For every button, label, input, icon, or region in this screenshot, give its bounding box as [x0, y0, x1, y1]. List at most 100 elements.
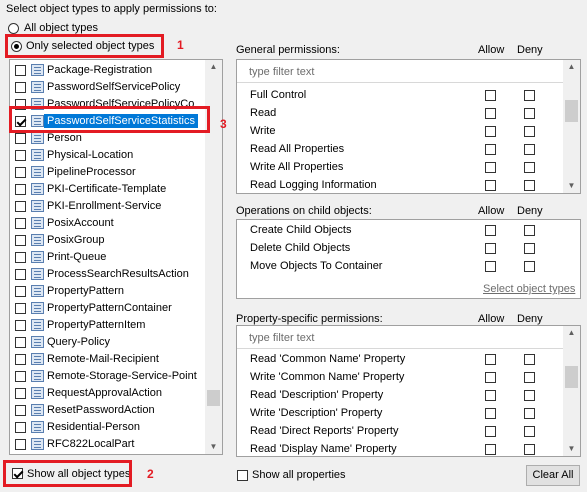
object-type-checkbox[interactable]: [15, 65, 26, 76]
object-type-checkbox[interactable]: [15, 320, 26, 331]
object-type-item[interactable]: PKI-Enrollment-Service: [10, 198, 210, 215]
allow-checkbox[interactable]: [485, 261, 496, 272]
property-permissions-list[interactable]: type filter text Read 'Common Name' Prop…: [236, 325, 581, 457]
object-type-checkbox[interactable]: [15, 388, 26, 399]
deny-checkbox[interactable]: [524, 426, 535, 437]
object-type-checkbox[interactable]: [15, 337, 26, 348]
general-filter-input[interactable]: type filter text: [249, 66, 314, 78]
deny-checkbox[interactable]: [524, 180, 535, 191]
scroll-down-icon[interactable]: ▼: [205, 440, 222, 454]
deny-checkbox[interactable]: [524, 261, 535, 272]
scroll-thumb[interactable]: [207, 390, 220, 406]
allow-checkbox[interactable]: [485, 90, 496, 101]
scroll-up-icon[interactable]: ▲: [563, 60, 580, 74]
object-type-item[interactable]: ProcessSearchResultsAction: [10, 266, 210, 283]
scroll-down-icon[interactable]: ▼: [563, 179, 580, 193]
allow-checkbox[interactable]: [485, 144, 496, 155]
object-type-label: Physical-Location: [47, 149, 134, 161]
show-all-properties-checkbox[interactable]: [237, 470, 248, 481]
deny-checkbox[interactable]: [524, 372, 535, 383]
object-type-checkbox[interactable]: [15, 150, 26, 161]
object-type-checkbox[interactable]: [15, 82, 26, 93]
child-operation-label: Move Objects To Container: [250, 260, 383, 272]
allow-checkbox[interactable]: [485, 126, 496, 137]
object-type-checkbox[interactable]: [15, 235, 26, 246]
scroll-thumb[interactable]: [565, 366, 578, 388]
object-type-checkbox[interactable]: [15, 133, 26, 144]
object-type-item[interactable]: Remote-Storage-Service-Point: [10, 368, 210, 385]
object-type-item[interactable]: Remote-Mail-Recipient: [10, 351, 210, 368]
deny-checkbox[interactable]: [524, 225, 535, 236]
deny-checkbox[interactable]: [524, 390, 535, 401]
deny-checkbox[interactable]: [524, 126, 535, 137]
allow-checkbox[interactable]: [485, 225, 496, 236]
object-type-checkbox[interactable]: [15, 286, 26, 297]
deny-checkbox[interactable]: [524, 144, 535, 155]
object-type-checkbox[interactable]: [15, 303, 26, 314]
object-type-item[interactable]: PKI-Certificate-Template: [10, 181, 210, 198]
object-type-checkbox[interactable]: [15, 167, 26, 178]
general-scrollbar[interactable]: ▲ ▼: [563, 60, 580, 193]
object-type-item[interactable]: PropertyPatternContainer: [10, 300, 210, 317]
property-permission-label: Write 'Common Name' Property: [250, 371, 405, 383]
deny-checkbox[interactable]: [524, 90, 535, 101]
allow-checkbox[interactable]: [485, 408, 496, 419]
object-type-checkbox[interactable]: [15, 201, 26, 212]
deny-checkbox[interactable]: [524, 408, 535, 419]
scroll-down-icon[interactable]: ▼: [563, 442, 580, 456]
property-permission-row: Write 'Common Name' Property: [237, 369, 572, 387]
object-type-checkbox[interactable]: [15, 218, 26, 229]
object-type-item[interactable]: RequestApprovalAction: [10, 385, 210, 402]
property-scrollbar[interactable]: ▲ ▼: [563, 326, 580, 456]
allow-checkbox[interactable]: [485, 372, 496, 383]
scroll-up-icon[interactable]: ▲: [205, 60, 222, 74]
object-type-item[interactable]: PosixGroup: [10, 232, 210, 249]
object-type-checkbox[interactable]: [15, 252, 26, 263]
annotation-box-3: [9, 106, 210, 133]
allow-checkbox[interactable]: [485, 162, 496, 173]
object-type-item[interactable]: Physical-Location: [10, 147, 210, 164]
deny-checkbox[interactable]: [524, 162, 535, 173]
deny-checkbox[interactable]: [524, 444, 535, 455]
allow-checkbox[interactable]: [485, 426, 496, 437]
scroll-up-icon[interactable]: ▲: [563, 326, 580, 340]
scroll-thumb[interactable]: [565, 100, 578, 122]
allow-checkbox[interactable]: [485, 180, 496, 191]
show-all-properties[interactable]: Show all properties: [236, 468, 356, 484]
object-type-item[interactable]: RFC822LocalPart: [10, 436, 210, 453]
object-type-checkbox[interactable]: [15, 439, 26, 450]
object-type-checkbox[interactable]: [15, 371, 26, 382]
object-type-checkbox[interactable]: [15, 354, 26, 365]
property-permission-label: Read 'Description' Property: [250, 389, 384, 401]
object-type-checkbox[interactable]: [15, 422, 26, 433]
allow-checkbox[interactable]: [485, 243, 496, 254]
allow-checkbox[interactable]: [485, 444, 496, 455]
deny-checkbox[interactable]: [524, 354, 535, 365]
select-object-types-link[interactable]: Select object types: [483, 283, 575, 295]
object-type-item[interactable]: PipelineProcessor: [10, 164, 210, 181]
object-type-checkbox[interactable]: [15, 405, 26, 416]
radio-button[interactable]: [8, 23, 19, 34]
object-type-item[interactable]: Residential-Person: [10, 419, 210, 436]
object-type-item[interactable]: Print-Queue: [10, 249, 210, 266]
allow-checkbox[interactable]: [485, 108, 496, 119]
object-type-label: PipelineProcessor: [47, 166, 136, 178]
object-type-item[interactable]: Query-Policy: [10, 334, 210, 351]
object-type-checkbox[interactable]: [15, 184, 26, 195]
allow-checkbox[interactable]: [485, 390, 496, 401]
object-type-item[interactable]: Package-Registration: [10, 62, 210, 79]
object-type-item[interactable]: PropertyPattern: [10, 283, 210, 300]
object-class-icon: [31, 319, 44, 331]
property-filter-input[interactable]: type filter text: [249, 332, 314, 344]
allow-checkbox[interactable]: [485, 354, 496, 365]
deny-checkbox[interactable]: [524, 243, 535, 254]
object-type-item[interactable]: PosixAccount: [10, 215, 210, 232]
object-type-checkbox[interactable]: [15, 269, 26, 280]
general-permissions-list[interactable]: type filter text Full Control Read Write Re…: [236, 59, 581, 194]
clear-all-button[interactable]: Clear All: [526, 465, 580, 486]
object-type-item[interactable]: PropertyPatternItem: [10, 317, 210, 334]
deny-checkbox[interactable]: [524, 108, 535, 119]
radio-all-object-types[interactable]: All object types: [8, 20, 148, 35]
object-type-item[interactable]: PasswordSelfServicePolicy: [10, 79, 210, 96]
object-type-item[interactable]: ResetPasswordAction: [10, 402, 210, 419]
